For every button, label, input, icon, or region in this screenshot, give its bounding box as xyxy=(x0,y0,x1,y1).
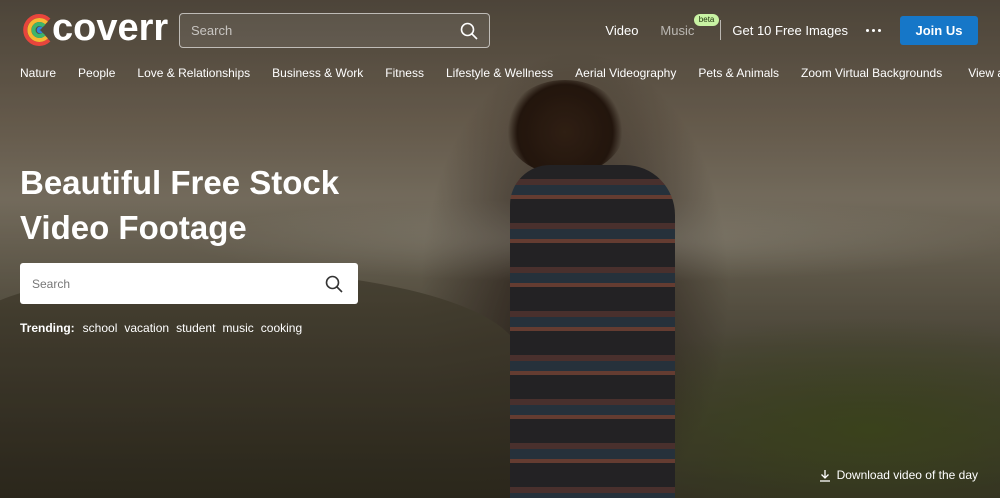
hero-title-line1: Beautiful Free Stock xyxy=(20,164,340,201)
nav-music-link[interactable]: Music beta xyxy=(660,13,720,38)
hero-search-button[interactable] xyxy=(310,263,358,304)
category-pets-animals[interactable]: Pets & Animals xyxy=(698,66,779,80)
category-business-work[interactable]: Business & Work xyxy=(272,66,363,80)
download-label: Download video of the day xyxy=(836,468,978,482)
download-video-of-day[interactable]: Download video of the day xyxy=(819,468,978,482)
hero-search-input[interactable] xyxy=(32,276,310,291)
trending-label: Trending: xyxy=(20,321,75,335)
nav-free-images-link[interactable]: Get 10 Free Images xyxy=(732,23,848,38)
header-search-button[interactable] xyxy=(449,14,489,47)
trending-tags: Trending: school vacation student music … xyxy=(20,321,309,335)
header-nav: Video Music beta Get 10 Free Images Join… xyxy=(605,13,978,45)
category-zoom-backgrounds[interactable]: Zoom Virtual Backgrounds xyxy=(801,66,942,80)
beta-badge: beta xyxy=(693,13,720,26)
category-people[interactable]: People xyxy=(78,66,115,80)
category-nav: Nature People Love & Relationships Busin… xyxy=(20,64,1000,82)
category-nature[interactable]: Nature xyxy=(20,66,56,80)
search-icon xyxy=(460,22,478,40)
hero-search[interactable] xyxy=(20,263,358,304)
nav-music-label: Music xyxy=(660,22,695,38)
hero-title-line2: Video Footage xyxy=(20,209,247,246)
download-icon xyxy=(819,469,830,482)
join-us-button[interactable]: Join Us xyxy=(900,15,978,45)
logo-rainbow-icon xyxy=(23,14,51,46)
nav-divider xyxy=(720,20,722,40)
nav-video-link[interactable]: Video xyxy=(605,23,638,38)
trending-tag-vacation[interactable]: vacation xyxy=(124,321,169,335)
category-view-all[interactable]: View all xyxy=(968,66,1000,80)
header-search-input[interactable] xyxy=(191,23,449,38)
category-love-relationships[interactable]: Love & Relationships xyxy=(137,66,250,80)
category-fitness[interactable]: Fitness xyxy=(385,66,424,80)
trending-tag-school[interactable]: school xyxy=(83,321,118,335)
header-search[interactable] xyxy=(179,13,490,48)
search-icon xyxy=(325,275,343,293)
trending-tag-music[interactable]: music xyxy=(222,321,253,335)
category-aerial-videography[interactable]: Aerial Videography xyxy=(575,66,676,80)
trending-tag-student[interactable]: student xyxy=(176,321,215,335)
coverr-logo[interactable]: coverr xyxy=(20,7,169,49)
trending-tag-cooking[interactable]: cooking xyxy=(261,321,302,335)
hero-title: Beautiful Free Stock Video Footage xyxy=(20,160,380,250)
more-menu-icon[interactable] xyxy=(866,28,881,32)
category-lifestyle-wellness[interactable]: Lifestyle & Wellness xyxy=(446,66,553,80)
logo-text: coverr xyxy=(52,7,169,49)
